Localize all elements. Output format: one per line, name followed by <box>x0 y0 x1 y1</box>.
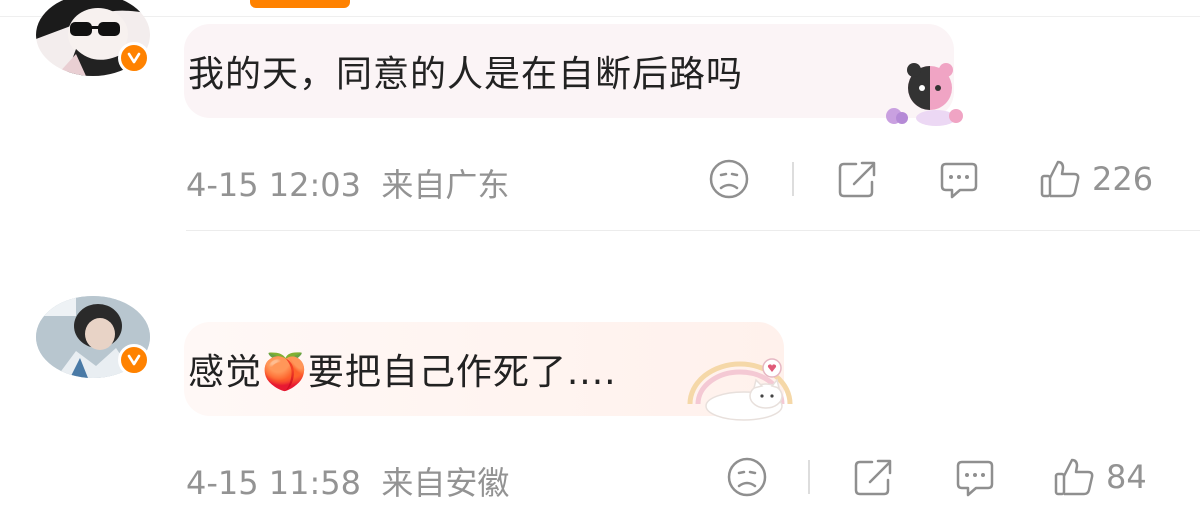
dislike-button[interactable] <box>706 156 752 202</box>
verified-v-icon <box>127 52 141 64</box>
thumbs-up-icon <box>1040 160 1080 198</box>
verified-badge <box>118 344 150 376</box>
share-icon <box>854 459 892 496</box>
action-separator <box>792 162 794 196</box>
comment-icon <box>956 460 994 497</box>
action-separator <box>808 460 810 494</box>
comment-location: 来自广东 <box>381 166 510 204</box>
comment-time: 4-15 12:03 来自广东 <box>186 160 509 206</box>
comment-text: 感觉🍑要把自己作死了.... <box>188 352 617 393</box>
comment-time: 4-15 11:58 来自安徽 <box>186 458 509 504</box>
comment-divider <box>186 230 1200 231</box>
share-button[interactable] <box>834 156 880 202</box>
bear-sticker-icon <box>886 63 963 126</box>
like-button[interactable]: 84 <box>1052 454 1147 500</box>
comment-location: 来自安徽 <box>381 464 510 502</box>
sad-face-icon <box>727 457 767 497</box>
sad-face-icon <box>709 159 749 199</box>
comment-bubble[interactable]: 我的天，同意的人是在自断后路吗 <box>184 24 954 118</box>
comment-actions: 226 <box>700 150 1170 210</box>
cat-sticker-icon <box>687 358 793 421</box>
thumbs-up-icon <box>1054 458 1094 496</box>
share-button[interactable] <box>850 454 896 500</box>
comment-timestamp: 4-15 12:03 <box>186 166 362 204</box>
share-icon <box>838 161 876 198</box>
like-count: 226 <box>1092 160 1154 198</box>
verified-badge <box>118 42 150 74</box>
verified-v-icon <box>127 354 141 366</box>
dislike-button[interactable] <box>724 454 770 500</box>
reply-button[interactable] <box>936 156 982 202</box>
like-count: 84 <box>1106 458 1147 496</box>
comment-timestamp: 4-15 11:58 <box>186 464 362 502</box>
comment-icon <box>940 162 978 199</box>
reply-button[interactable] <box>952 454 998 500</box>
comment-item: 感觉🍑要把自己作死了.... 4-15 11:58 来自安徽 84 <box>0 232 1200 531</box>
comment-actions: 84 <box>700 448 1170 508</box>
like-button[interactable]: 226 <box>1038 156 1153 202</box>
comment-item: 我的天，同意的人是在自断后路吗 4-15 12:03 来自广东 226 <box>0 0 1200 232</box>
comment-text: 我的天，同意的人是在自断后路吗 <box>188 54 744 95</box>
